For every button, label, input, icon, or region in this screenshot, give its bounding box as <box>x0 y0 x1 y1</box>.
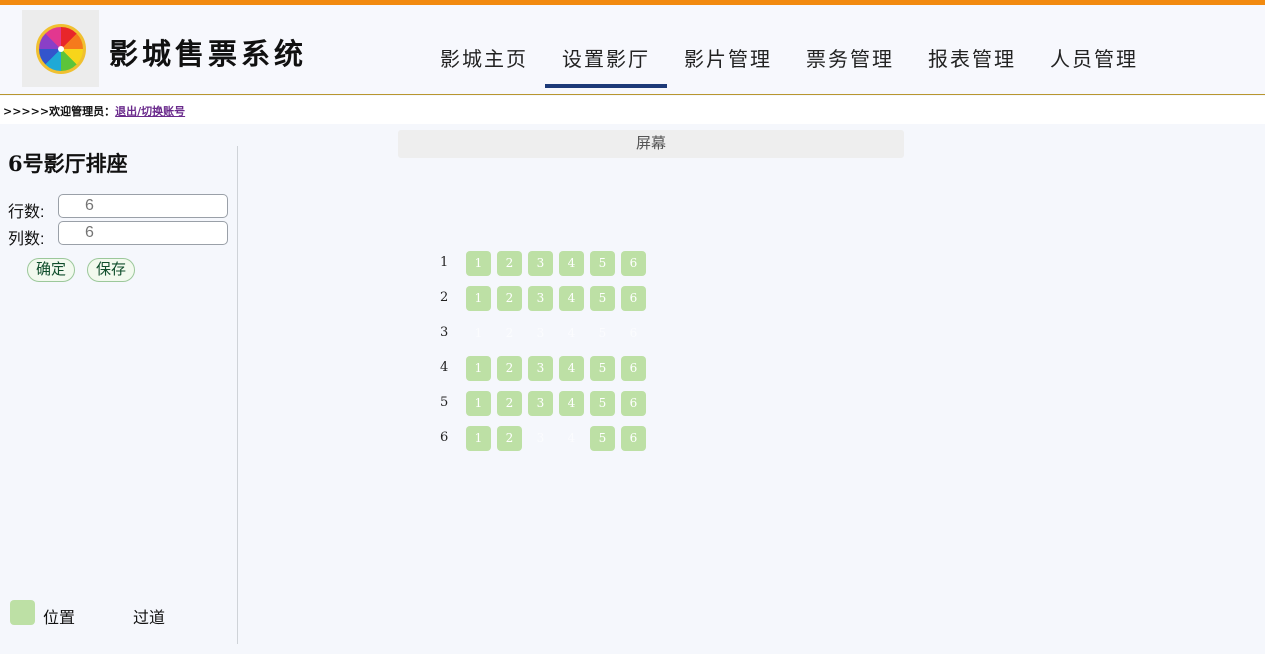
aisle-seat[interactable]: 5 <box>590 321 615 346</box>
rows-input[interactable] <box>58 194 228 218</box>
hall-title: 6号影厅排座 <box>8 151 128 176</box>
seat[interactable]: 2 <box>497 356 522 381</box>
seat[interactable]: 5 <box>590 251 615 276</box>
sidebar-divider <box>237 146 238 644</box>
nav-item-movies[interactable]: 影片管理 <box>667 40 789 88</box>
seat[interactable]: 4 <box>559 286 584 311</box>
cinema-screen: 屏幕 <box>398 130 904 158</box>
nav-item-tickets[interactable]: 票务管理 <box>789 40 911 88</box>
nav-item-staff[interactable]: 人员管理 <box>1033 40 1155 88</box>
sidebar: 6号影厅排座 行数: 列数: 确定 保存 <box>0 124 238 654</box>
seat[interactable]: 1 <box>466 356 491 381</box>
cols-input[interactable] <box>58 221 228 245</box>
aisle-seat[interactable]: 6 <box>621 321 646 346</box>
seat[interactable]: 2 <box>497 426 522 451</box>
row-number: 5 <box>440 395 449 410</box>
confirm-button[interactable]: 确定 <box>27 258 76 282</box>
seat[interactable]: 6 <box>621 356 646 381</box>
aisle-seat[interactable]: 3 <box>528 426 553 451</box>
app-title: 影城售票系统 <box>109 37 308 71</box>
color-wheel-logo-icon <box>35 23 86 74</box>
seat[interactable]: 2 <box>497 391 522 416</box>
legend-seat-swatch <box>10 600 35 625</box>
aisle-seat[interactable]: 4 <box>559 426 584 451</box>
aisle-seat[interactable]: 3 <box>528 321 553 346</box>
seat[interactable]: 1 <box>466 391 491 416</box>
seat[interactable]: 1 <box>466 286 491 311</box>
header: 影城售票系统 影城主页 设置影厅 影片管理 票务管理 报表管理 人员管理 <box>0 5 1265 95</box>
seat[interactable]: 6 <box>621 426 646 451</box>
seat[interactable]: 4 <box>559 251 584 276</box>
seat[interactable]: 2 <box>497 251 522 276</box>
aisle-seat[interactable]: 2 <box>497 321 522 346</box>
legend-seat-label: 位置 <box>43 610 76 627</box>
nav-item-reports[interactable]: 报表管理 <box>911 40 1033 88</box>
seat[interactable]: 3 <box>528 356 553 381</box>
legend-aisle-label: 过道 <box>133 610 166 627</box>
aisle-seat[interactable]: 1 <box>466 321 491 346</box>
nav-item-hall-settings[interactable]: 设置影厅 <box>545 40 667 88</box>
seat[interactable]: 1 <box>466 251 491 276</box>
welcome-bar: >>>>>欢迎管理员：退出/切换账号 <box>0 96 1265 124</box>
seat[interactable]: 6 <box>621 251 646 276</box>
row-number: 6 <box>440 430 449 445</box>
seat[interactable]: 4 <box>559 356 584 381</box>
seat[interactable]: 2 <box>497 286 522 311</box>
seat[interactable]: 3 <box>528 391 553 416</box>
seat[interactable]: 5 <box>590 356 615 381</box>
welcome-text: >>>>>欢迎管理员： <box>3 105 116 118</box>
seat[interactable]: 4 <box>559 391 584 416</box>
aisle-seat[interactable]: 4 <box>559 321 584 346</box>
seat[interactable]: 3 <box>528 286 553 311</box>
logo <box>22 10 99 87</box>
seat[interactable]: 6 <box>621 391 646 416</box>
seat[interactable]: 5 <box>590 391 615 416</box>
nav-item-home[interactable]: 影城主页 <box>423 40 545 88</box>
row-number: 4 <box>440 360 449 375</box>
row-number: 3 <box>440 325 449 340</box>
seat[interactable]: 3 <box>528 251 553 276</box>
logout-link[interactable]: 退出/切换账号 <box>115 105 185 118</box>
cols-label: 列数: <box>8 231 45 248</box>
seat[interactable]: 5 <box>590 426 615 451</box>
row-number: 1 <box>440 255 449 270</box>
rows-label: 行数: <box>8 204 45 221</box>
row-number: 2 <box>440 290 449 305</box>
save-button[interactable]: 保存 <box>87 258 136 282</box>
main-nav: 影城主页 设置影厅 影片管理 票务管理 报表管理 人员管理 <box>423 40 1155 88</box>
seat[interactable]: 1 <box>466 426 491 451</box>
seat[interactable]: 5 <box>590 286 615 311</box>
seat[interactable]: 6 <box>621 286 646 311</box>
